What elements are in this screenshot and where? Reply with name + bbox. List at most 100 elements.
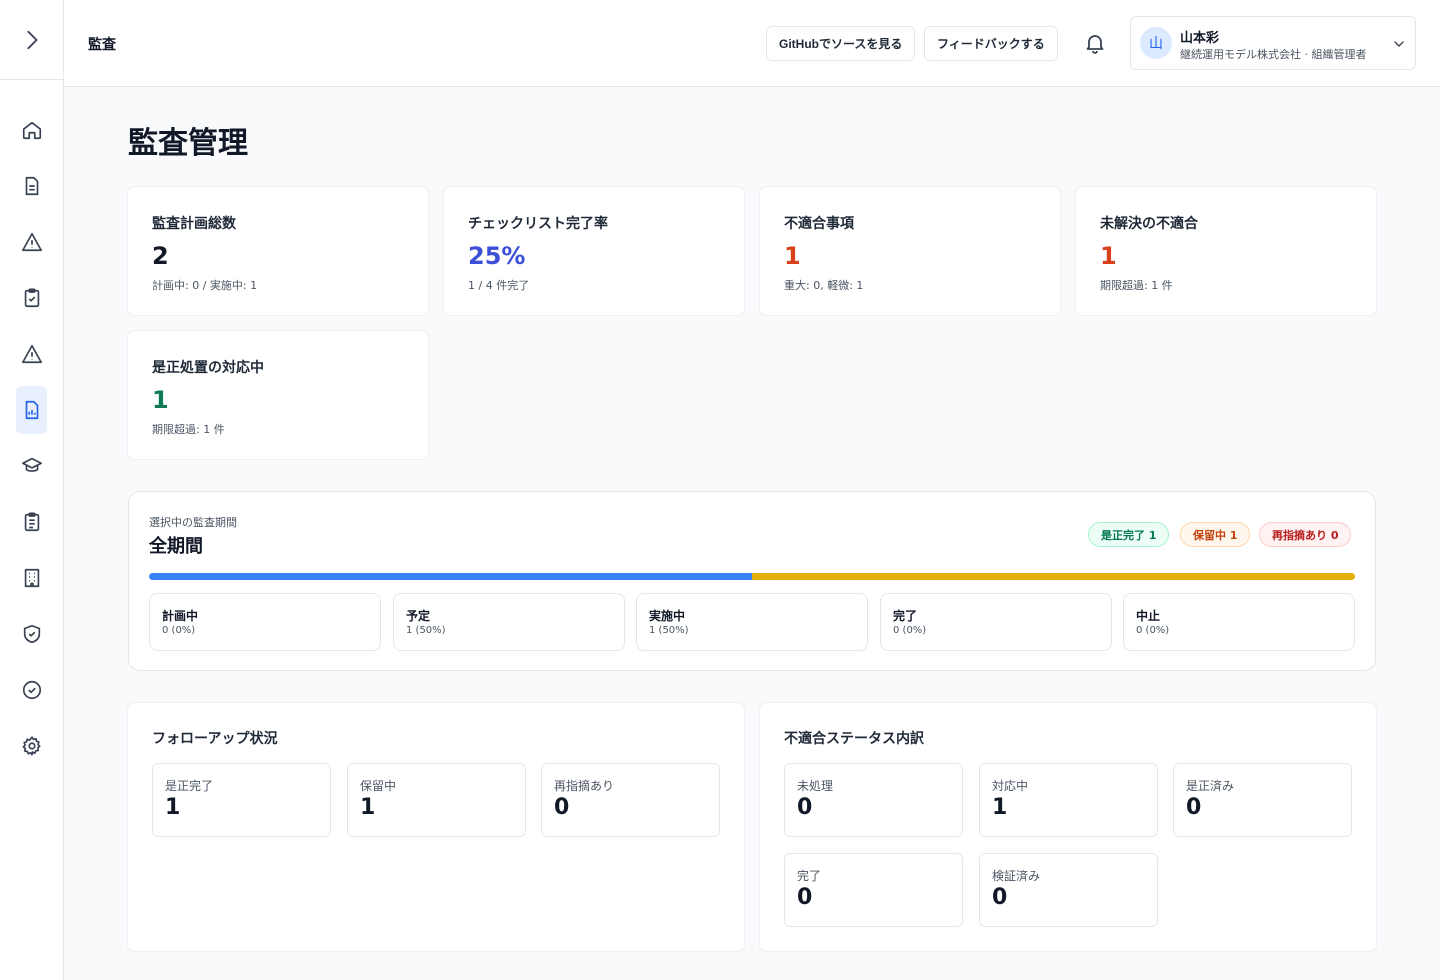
chevron-right-icon xyxy=(26,30,37,49)
stat-card-checklist-completion: チェックリスト完了率 25% 1 / 4 件完了 xyxy=(444,187,744,315)
status-label: 実施中 xyxy=(649,609,686,623)
stat-label: 監査計画総数 xyxy=(152,216,236,232)
status-box-planning: 計画中 0 (0%) xyxy=(149,593,381,651)
nc-item-in-progress: 対応中 1 xyxy=(979,763,1158,837)
clipboard-list-icon xyxy=(24,512,39,532)
status-label: 完了 xyxy=(893,609,918,623)
stat-card-corrective-actions: 是正処置の対応中 1 期限超過: 1 件 xyxy=(128,331,428,459)
nc-item-completed: 完了 0 xyxy=(784,853,963,927)
followup-item-reissued: 再指摘あり 0 xyxy=(541,763,720,837)
nav-organization[interactable] xyxy=(16,554,47,602)
status-progress-bar xyxy=(149,573,1355,580)
nc-item-verified: 検証済み 0 xyxy=(979,853,1158,927)
building-icon xyxy=(24,568,39,588)
mini-label: 完了 xyxy=(797,869,822,883)
status-box-scheduled: 予定 1 (50%) xyxy=(393,593,625,651)
mini-value: 0 xyxy=(554,795,570,820)
report-chart-icon xyxy=(25,400,38,420)
nav-risks[interactable] xyxy=(16,218,47,266)
pill-on-hold: 保留中 1 xyxy=(1180,522,1251,547)
graduation-cap-icon xyxy=(21,457,42,472)
user-organization-role: 継続運用モデル株式会社 · 組織管理者 xyxy=(1180,48,1367,61)
followup-item-on-hold: 保留中 1 xyxy=(347,763,526,837)
alert-triangle-icon xyxy=(21,344,42,364)
stat-card-nonconformities: 不適合事項 1 重大: 0, 軽微: 1 xyxy=(760,187,1060,315)
status-label: 中止 xyxy=(1136,609,1161,623)
mini-value: 1 xyxy=(165,795,181,820)
progress-segment-scheduled xyxy=(149,573,752,580)
chevron-down-icon xyxy=(1394,41,1404,47)
stat-label: 是正処置の対応中 xyxy=(152,360,264,376)
stat-label: 不適合事項 xyxy=(784,216,854,232)
panel-title: フォローアップ状況 xyxy=(152,731,278,747)
status-label: 計画中 xyxy=(162,609,199,623)
shield-check-icon xyxy=(23,624,40,644)
settings-icon xyxy=(22,736,41,756)
warning-icon xyxy=(21,232,42,252)
stat-subtext: 計画中: 0 / 実施中: 1 xyxy=(152,279,258,292)
sidebar-toggle-button[interactable] xyxy=(0,0,63,80)
stat-value: 25% xyxy=(468,242,526,270)
period-caption: 選択中の監査期間 xyxy=(149,516,237,529)
clipboard-check-icon xyxy=(24,288,39,308)
feedback-button[interactable]: フィードバックする xyxy=(924,26,1058,61)
status-box-completed: 完了 0 (0%) xyxy=(880,593,1112,651)
mini-value: 0 xyxy=(1186,795,1202,820)
check-circle-icon xyxy=(22,680,41,700)
nav-home[interactable] xyxy=(16,106,47,154)
status-value: 1 (50%) xyxy=(649,625,689,636)
bell-icon[interactable] xyxy=(1083,31,1107,55)
nav-checklist[interactable] xyxy=(16,274,47,322)
mini-label: 再指摘あり xyxy=(554,779,615,793)
mini-value: 1 xyxy=(360,795,376,820)
audit-period-summary: 選択中の監査期間 全期間 是正完了 1 保留中 1 再指摘あり 0 計画中 0 … xyxy=(128,491,1376,671)
mini-label: 是正完了 xyxy=(165,779,214,793)
stat-label: 未解決の不適合 xyxy=(1100,216,1198,232)
nav-training[interactable] xyxy=(16,442,47,490)
status-value: 1 (50%) xyxy=(406,625,446,636)
progress-segment-in-progress xyxy=(752,573,1355,580)
nav-settings[interactable] xyxy=(16,722,47,770)
user-menu[interactable]: 山 山本彩 継続運用モデル株式会社 · 組織管理者 xyxy=(1130,16,1416,70)
panel-title: 不適合ステータス内訳 xyxy=(784,731,924,747)
nav-tasks[interactable] xyxy=(16,498,47,546)
github-source-button[interactable]: GitHubでソースを見る xyxy=(766,26,916,61)
nc-item-corrected: 是正済み 0 xyxy=(1173,763,1352,837)
stat-card-audit-plans: 監査計画総数 2 計画中: 0 / 実施中: 1 xyxy=(128,187,428,315)
stat-label: チェックリスト完了率 xyxy=(468,216,608,232)
stat-card-unresolved-nonconformities: 未解決の不適合 1 期限超過: 1 件 xyxy=(1076,187,1376,315)
stat-subtext: 期限超過: 1 件 xyxy=(152,423,225,436)
stat-value: 1 xyxy=(784,242,801,270)
status-value: 0 (0%) xyxy=(893,625,927,636)
page-title: 監査管理 xyxy=(128,126,248,161)
breadcrumb-title: 監査 xyxy=(88,37,116,53)
document-icon xyxy=(25,176,38,196)
mini-label: 保留中 xyxy=(360,779,397,793)
pill-reissued: 再指摘あり 0 xyxy=(1259,522,1352,547)
nc-item-unprocessed: 未処理 0 xyxy=(784,763,963,837)
status-value: 0 (0%) xyxy=(162,625,196,636)
pill-corrected: 是正完了 1 xyxy=(1088,522,1170,547)
stat-subtext: 期限超過: 1 件 xyxy=(1100,279,1173,292)
status-value: 0 (0%) xyxy=(1136,625,1170,636)
mini-label: 未処理 xyxy=(797,779,834,793)
stat-value: 2 xyxy=(152,242,169,270)
mini-value: 0 xyxy=(797,795,813,820)
top-header: 監査 GitHubでソースを見る フィードバックする 山 山本彩 継続運用モデル… xyxy=(64,0,1440,87)
nav-approvals[interactable] xyxy=(16,666,47,714)
nav-security[interactable] xyxy=(16,610,47,658)
status-box-cancelled: 中止 0 (0%) xyxy=(1123,593,1355,651)
nav-incidents[interactable] xyxy=(16,330,47,378)
period-name: 全期間 xyxy=(149,536,203,557)
status-box-in-progress: 実施中 1 (50%) xyxy=(636,593,868,651)
user-name: 山本彩 xyxy=(1180,31,1220,46)
nav-audit[interactable] xyxy=(16,386,47,434)
stat-value: 1 xyxy=(152,386,169,414)
mini-value: 0 xyxy=(797,885,813,910)
status-label: 予定 xyxy=(406,609,431,623)
stat-subtext: 1 / 4 件完了 xyxy=(468,279,530,292)
nonconformity-status-panel: 不適合ステータス内訳 未処理 0 対応中 1 是正済み 0 完了 0 検証済み … xyxy=(760,703,1376,951)
nav-documents[interactable] xyxy=(16,162,47,210)
mini-label: 検証済み xyxy=(992,869,1041,883)
home-icon xyxy=(22,121,41,140)
